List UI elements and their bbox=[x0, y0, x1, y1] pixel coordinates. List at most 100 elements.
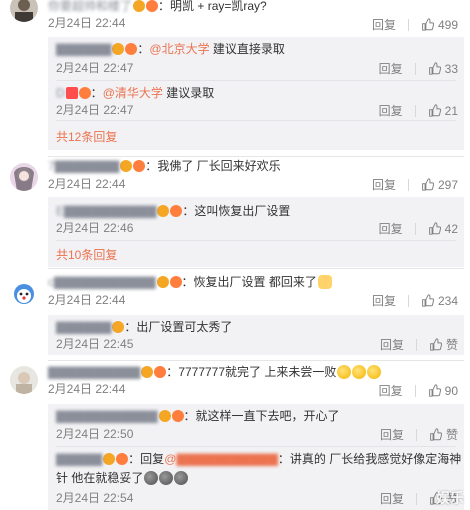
username[interactable]: ▇▇▇▇▇▇▇▇▇▇ bbox=[48, 365, 140, 379]
reply-button[interactable]: 回复 bbox=[380, 336, 404, 353]
avatar[interactable] bbox=[10, 163, 38, 191]
thumb-up-icon bbox=[430, 338, 442, 351]
avatar[interactable] bbox=[10, 366, 38, 394]
divider bbox=[414, 62, 416, 75]
username[interactable]: ▇▇▇▇▇ bbox=[56, 452, 102, 466]
reply-button[interactable]: 回复 bbox=[379, 220, 403, 237]
comment-text: 我佛了 厂长回来好欢乐 bbox=[157, 159, 281, 173]
like-button[interactable]: 赞 bbox=[429, 336, 458, 353]
divider bbox=[415, 492, 417, 505]
sad-face-emoji-icon bbox=[159, 471, 174, 485]
reply-line: ▇▇▇▇▇▇ ：@北京大学 建议直接录取 bbox=[56, 42, 285, 56]
divider bbox=[415, 338, 417, 351]
reply-button[interactable]: 回复 bbox=[379, 382, 403, 399]
username[interactable]: 7▇▇▇▇▇▇▇ bbox=[48, 159, 119, 173]
like-count: 499 bbox=[437, 17, 458, 32]
divider bbox=[414, 222, 416, 235]
reply-line: ▇▇▇▇▇▇ ：出厂设置可太秀了 bbox=[56, 320, 233, 334]
like-button[interactable]: 499 bbox=[421, 18, 458, 32]
reply-text-continued: 针 他在就稳妥了 bbox=[56, 471, 144, 485]
avatar[interactable] bbox=[10, 279, 38, 307]
username[interactable]: ▇▇▇▇▇▇ bbox=[56, 42, 111, 56]
reply-button[interactable]: 回复 bbox=[380, 426, 404, 443]
like-button[interactable]: 234 bbox=[421, 294, 458, 308]
fan-badge-icon bbox=[78, 87, 91, 99]
like-count: 赞 bbox=[445, 428, 458, 442]
timestamp: 2月24日 22:44 bbox=[48, 16, 126, 30]
divider bbox=[48, 268, 464, 269]
comment-thread: ▇▇▇▇▇▇▇▇▇▇ ：7777777就完了 上来未尝一败 2月24日 22:44… bbox=[0, 362, 470, 510]
timestamp: 2月24日 22:44 bbox=[48, 293, 126, 307]
reply-button[interactable]: 回复 bbox=[372, 176, 396, 193]
reply-button[interactable]: 回复 bbox=[372, 16, 396, 33]
like-button[interactable]: 33 bbox=[428, 62, 458, 76]
username[interactable]: E▇▇▇▇▇▇▇▇▇▇ bbox=[56, 204, 156, 218]
reply-actions: 回复 21 bbox=[379, 102, 458, 119]
comment-thread: c▇▇▇▇▇▇▇▇▇▇▇ ：恢复出厂设置 都回来了 2月24日 22:44 回复 … bbox=[0, 270, 470, 356]
reply-text: 就这样一直下去吧，开心了 bbox=[195, 409, 340, 423]
vip-badge-icon bbox=[103, 453, 116, 465]
timestamp: 2月24日 22:54 bbox=[56, 491, 134, 505]
reply-line: ▇▇▇▇▇▇▇▇▇▇▇ ：就这样一直下去吧，开心了 bbox=[56, 409, 340, 423]
thumb-up-icon bbox=[428, 104, 441, 117]
username[interactable]: ▇▇▇▇▇▇▇▇▇▇▇ bbox=[56, 409, 158, 423]
thumb-up-icon bbox=[430, 428, 442, 441]
like-button[interactable]: 42 bbox=[428, 222, 458, 236]
vip-badge-icon bbox=[133, 0, 146, 12]
mention-link[interactable]: @▇▇▇▇▇▇▇▇▇▇▇ bbox=[164, 452, 278, 466]
username[interactable]: D bbox=[56, 86, 65, 100]
like-button[interactable]: 90 bbox=[428, 384, 458, 398]
reply-text: 建议录取 bbox=[162, 86, 215, 100]
comment-line: c▇▇▇▇▇▇▇▇▇▇▇ ：恢复出厂设置 都回来了 bbox=[48, 274, 332, 290]
timestamp: 2月24日 22:44 bbox=[48, 382, 126, 396]
reply-prefix: 回复 bbox=[140, 452, 165, 466]
sweat-smile-emoji-icon bbox=[367, 365, 382, 379]
star-badge-icon bbox=[65, 87, 78, 99]
comment-line: 你要超帅和楼了 ：明凯 + ray=凯ray? bbox=[48, 0, 267, 13]
more-replies-link[interactable]: 共12条回复 bbox=[56, 130, 117, 144]
vip-badge-icon bbox=[120, 160, 133, 172]
thumb-up-icon bbox=[422, 178, 434, 191]
username[interactable]: c▇▇▇▇▇▇▇▇▇▇▇ bbox=[48, 275, 156, 289]
fan-badge-icon bbox=[133, 160, 146, 172]
username[interactable]: ▇▇▇▇▇▇ bbox=[56, 320, 111, 334]
like-button[interactable]: 21 bbox=[428, 104, 458, 118]
clap-emoji-icon bbox=[317, 275, 332, 289]
watermark: 娱乐 bbox=[436, 490, 464, 506]
divider bbox=[56, 446, 456, 447]
vip-badge-icon bbox=[156, 276, 169, 288]
reply-panel: E▇▇▇▇▇▇▇▇▇▇ ：这叫恢复出厂设置 2月24日 22:46 回复 42 共… bbox=[48, 197, 464, 267]
like-button[interactable]: 297 bbox=[421, 178, 458, 192]
reply-panel: ▇▇▇▇▇▇ ：出厂设置可太秀了 2月24日 22:45 回复 赞 bbox=[48, 315, 464, 355]
like-count: 234 bbox=[437, 293, 458, 308]
reply-panel: ▇▇▇▇▇▇ ：@北京大学 建议直接录取 2月24日 22:47 回复 33 D：… bbox=[48, 37, 464, 150]
comment-actions: 回复 234 bbox=[372, 292, 458, 309]
vip-badge-icon bbox=[157, 205, 170, 217]
reply-button[interactable]: 回复 bbox=[379, 102, 403, 119]
comment-text: 恢复出厂设置 都回来了 bbox=[193, 275, 317, 289]
fan-badge-icon bbox=[154, 366, 167, 378]
divider bbox=[414, 104, 416, 117]
mention-link[interactable]: @北京大学 bbox=[149, 42, 209, 56]
like-button[interactable]: 赞 bbox=[429, 426, 458, 443]
reply-text: 讲真的 厂长给我感觉好像定海神 bbox=[289, 452, 462, 466]
mention-link[interactable]: @清华大学 bbox=[103, 86, 163, 100]
like-count: 90 bbox=[444, 383, 458, 398]
timestamp: 2月24日 22:44 bbox=[48, 177, 126, 191]
divider bbox=[407, 294, 409, 307]
divider bbox=[56, 80, 456, 81]
fan-badge-icon bbox=[125, 43, 138, 55]
comment-actions: 回复 499 bbox=[372, 16, 458, 33]
comment-thread: 7▇▇▇▇▇▇▇ ：我佛了 厂长回来好欢乐 2月24日 22:44 回复 297 … bbox=[0, 157, 470, 267]
reply-button[interactable]: 回复 bbox=[379, 60, 403, 77]
username[interactable]: 你要超帅和楼了 bbox=[48, 0, 132, 13]
more-replies-link[interactable]: 共10条回复 bbox=[56, 248, 117, 262]
reply-button[interactable]: 回复 bbox=[372, 292, 396, 309]
comment-line: ▇▇▇▇▇▇▇▇▇▇ ：7777777就完了 上来未尝一败 bbox=[48, 364, 382, 380]
reply-button[interactable]: 回复 bbox=[380, 490, 404, 507]
avatar[interactable] bbox=[10, 0, 38, 22]
thumb-up-icon bbox=[422, 18, 434, 31]
like-count: 33 bbox=[444, 61, 458, 76]
fan-badge-icon bbox=[171, 410, 184, 422]
fan-badge-icon bbox=[146, 0, 159, 12]
